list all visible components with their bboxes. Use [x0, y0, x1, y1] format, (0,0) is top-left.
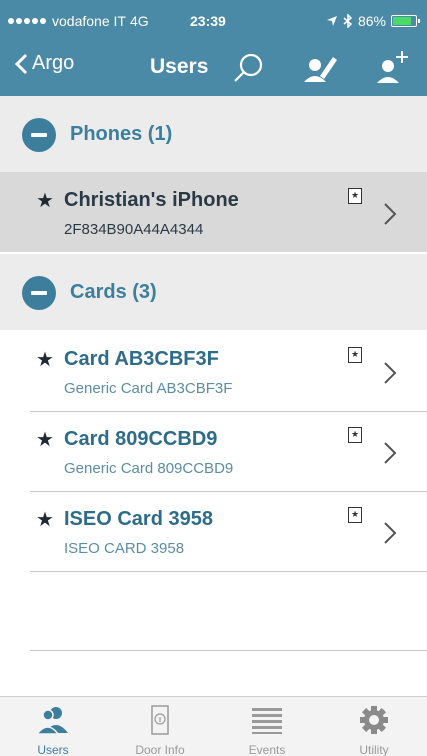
tab-users[interactable]: Users	[0, 697, 106, 756]
chevron-right-icon	[384, 442, 397, 464]
tab-events[interactable]: Events	[214, 697, 320, 756]
section-header-phones: Phones (1)	[0, 96, 427, 172]
collapse-section-button[interactable]	[22, 276, 56, 310]
events-icon	[252, 708, 282, 734]
list-item-subtitle: ISEO CARD 3958	[64, 540, 185, 557]
collapse-section-button[interactable]	[22, 118, 56, 152]
bookmark-icon: ★	[348, 347, 362, 363]
list-item-subtitle: Generic Card 809CCBD9	[64, 460, 234, 477]
section-header-cards: Cards (3)	[0, 254, 427, 330]
star-icon: ★	[36, 349, 54, 371]
chevron-right-icon	[384, 522, 397, 544]
navigation-bar: Argo Users	[0, 40, 427, 96]
divider	[30, 571, 427, 572]
list-item[interactable]: ★ ISEO Card 3958 ISEO CARD 3958 ★	[0, 491, 427, 571]
battery-icon	[391, 15, 420, 27]
list-item[interactable]: ★ Card 809CCBD9 Generic Card 809CCBD9 ★	[0, 411, 427, 491]
star-icon: ★	[36, 509, 54, 531]
bluetooth-icon	[343, 14, 353, 28]
star-icon: ★	[36, 190, 54, 212]
list-item-subtitle: Generic Card AB3CBF3F	[64, 380, 233, 397]
back-button[interactable]: Argo	[14, 52, 74, 75]
chevron-right-icon	[384, 362, 397, 384]
status-time: 23:39	[190, 13, 226, 29]
tab-label: Users	[37, 743, 69, 756]
back-button-label: Argo	[32, 52, 75, 74]
tab-label: Utility	[359, 743, 389, 756]
list-item[interactable]: ★ Card AB3CBF3F Generic Card AB3CBF3F ★	[0, 331, 427, 411]
location-arrow-icon	[326, 16, 337, 26]
tab-bar: Users Door Info Events Utility	[0, 696, 427, 756]
list-item[interactable]: ★ Christian's iPhone 2F834B90A44A4344 ★	[0, 172, 427, 252]
chevron-left-icon	[14, 53, 28, 74]
status-bar: vodafone IT 4G 23:39 86%	[0, 0, 427, 40]
door-info-icon	[151, 705, 169, 735]
section-title: Cards (3)	[70, 281, 157, 303]
page-title: Users	[150, 55, 209, 78]
list-item-subtitle: 2F834B90A44A4344	[64, 221, 204, 238]
top-bar: vodafone IT 4G 23:39 86% Argo Users	[0, 0, 427, 96]
list-item-title: ISEO Card 3958	[64, 508, 213, 530]
bookmark-icon: ★	[348, 188, 362, 204]
carrier-label: vodafone IT	[52, 13, 126, 29]
gear-icon	[360, 706, 388, 734]
chevron-right-icon	[384, 203, 397, 225]
divider	[30, 650, 427, 651]
network-label: 4G	[129, 13, 149, 29]
star-icon: ★	[36, 429, 54, 451]
list-item-title: Christian's iPhone	[64, 189, 239, 211]
edit-user-icon[interactable]	[300, 48, 340, 88]
battery-percent: 86%	[357, 13, 386, 29]
add-user-icon[interactable]	[372, 48, 412, 88]
tab-utility[interactable]: Utility	[321, 697, 427, 756]
tab-label: Events	[248, 743, 286, 756]
bookmark-icon: ★	[348, 427, 362, 443]
list-item-title: Card 809CCBD9	[64, 428, 218, 450]
users-icon	[36, 707, 68, 735]
tab-label: Door Info	[135, 743, 185, 756]
section-title: Phones (1)	[70, 123, 173, 145]
list-item-title: Card AB3CBF3F	[64, 348, 219, 370]
bookmark-icon: ★	[348, 507, 362, 523]
signal-strength-icon	[8, 18, 46, 24]
tab-door-info[interactable]: Door Info	[107, 697, 213, 756]
search-icon[interactable]	[228, 48, 268, 88]
